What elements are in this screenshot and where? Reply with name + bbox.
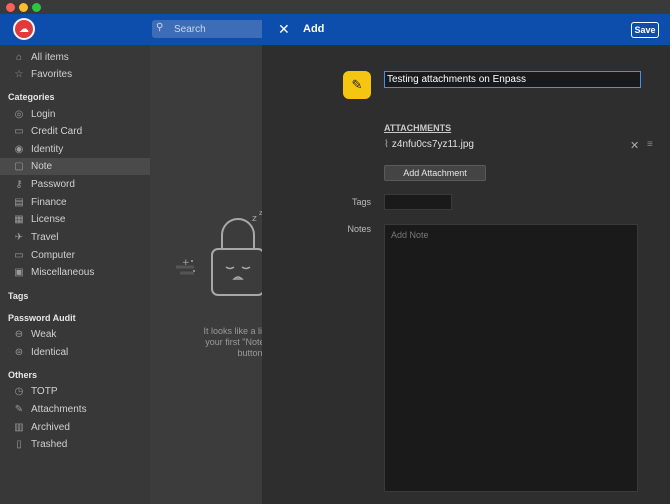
search-bar: ⚲	[150, 14, 272, 45]
add-panel-header: ✕ Add Save	[262, 14, 670, 45]
finance-icon: ▤	[14, 197, 24, 208]
pencil-icon[interactable]: ✎	[343, 71, 371, 99]
notes-placeholder: Add Note	[391, 230, 429, 240]
sidebar-item-credit-card[interactable]: ▭ Credit Card	[0, 123, 150, 140]
sidebar-item-note[interactable]: ▢ Note	[0, 158, 150, 175]
key-icon: ⚷	[15, 179, 23, 190]
others-heading: Others	[8, 370, 38, 380]
window-titlebar	[0, 0, 670, 14]
enpass-logo[interactable]: ☁	[13, 18, 35, 40]
panel-title: Add	[303, 23, 325, 35]
travel-icon: ✈	[14, 232, 24, 243]
home-icon: ⌂	[15, 52, 23, 63]
sidebar-item-computer[interactable]: ▭ Computer	[0, 247, 150, 264]
sidebar-item-identity[interactable]: ◉ Identity	[0, 141, 150, 158]
tags-label: Tags	[351, 197, 371, 207]
note-icon: ▢	[14, 161, 24, 172]
paperclip-icon: ⌇	[384, 139, 389, 150]
trash-icon: ▯	[16, 439, 22, 450]
computer-icon: ▭	[14, 250, 24, 261]
identity-icon: ◉	[14, 144, 24, 155]
cloud-off-icon: ☁	[15, 20, 33, 38]
tags-field[interactable]	[384, 194, 452, 210]
globe-icon: ◎	[14, 109, 24, 120]
tags-heading: Tags	[8, 291, 29, 301]
notes-textarea[interactable]: Add Note	[384, 224, 638, 492]
search-box[interactable]: ⚲	[152, 20, 272, 38]
search-icon: ⚲	[156, 22, 164, 33]
weak-icon: ⊖	[14, 329, 24, 340]
item-title-input[interactable]	[384, 71, 641, 88]
add-attachment-button[interactable]: Add Attachment	[384, 165, 486, 181]
star-icon: ☆	[14, 69, 24, 80]
sidebar-item-miscellaneous[interactable]: ▣ Miscellaneous	[0, 264, 150, 281]
zoom-window-button[interactable]	[32, 3, 41, 12]
categories-heading: Categories	[8, 92, 55, 102]
license-icon: ▦	[14, 214, 24, 225]
sidebar-item-attachments[interactable]: ✎ Attachments	[0, 401, 150, 418]
paperclip-icon: ✎	[14, 404, 24, 415]
credit-card-icon: ▭	[14, 126, 24, 137]
password-audit-heading: Password Audit	[8, 313, 76, 323]
sidebar-item-license[interactable]: ▦ License	[0, 211, 150, 228]
sidebar-item-weak[interactable]: ⊖ Weak	[0, 326, 150, 343]
sidebar-item-login[interactable]: ◎ Login	[0, 106, 150, 123]
sidebar-item-favorites[interactable]: ☆ Favorites	[0, 66, 150, 83]
sidebar-item-travel[interactable]: ✈ Travel	[0, 229, 150, 246]
svg-text:z: z	[252, 214, 257, 224]
notes-label: Notes	[347, 224, 371, 234]
sidebar-item-totp[interactable]: ◷ TOTP	[0, 383, 150, 400]
drag-handle-icon[interactable]: ≡	[647, 139, 653, 150]
sidebar-item-archived[interactable]: ▥ Archived	[0, 419, 150, 436]
sidebar-item-all-items[interactable]: ⌂ All items	[0, 49, 150, 66]
misc-icon: ▣	[14, 267, 24, 278]
remove-attachment-icon[interactable]: ✕	[630, 139, 639, 152]
search-input[interactable]	[172, 22, 266, 37]
identical-icon: ⊜	[14, 347, 24, 358]
archive-icon: ▥	[14, 422, 24, 433]
totp-icon: ◷	[14, 386, 24, 397]
minimize-window-button[interactable]	[19, 3, 28, 12]
sidebar-item-trashed[interactable]: ▯ Trashed	[0, 436, 150, 453]
item-list-pane: z z +	[150, 14, 265, 504]
sidebar-header: ☁	[0, 14, 150, 45]
close-icon[interactable]: ✕	[278, 21, 290, 38]
attachments-heading: ATTACHMENTS	[384, 123, 452, 133]
attachment-item[interactable]: ⌇ z4nfu0cs7yz11.jpg	[384, 139, 474, 150]
sidebar-item-password[interactable]: ⚷ Password	[0, 176, 150, 193]
sidebar-item-identical[interactable]: ⊜ Identical	[0, 344, 150, 361]
sidebar-item-finance[interactable]: ▤ Finance	[0, 194, 150, 211]
save-button[interactable]: Save	[631, 22, 659, 38]
close-window-button[interactable]	[6, 3, 15, 12]
